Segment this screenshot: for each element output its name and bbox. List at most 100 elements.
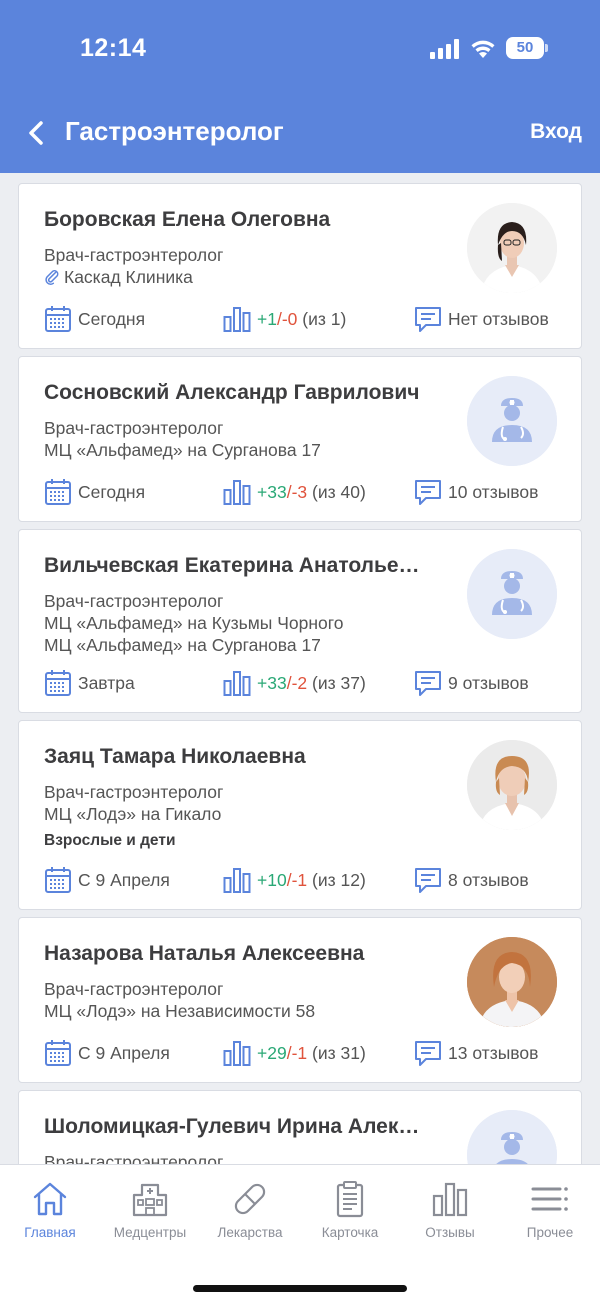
tab-label: Главная (24, 1225, 76, 1240)
negative-count: -0 (281, 309, 298, 329)
positive-count: +33 (257, 673, 287, 693)
doctor-stats: Сегодня +1/-0 (из 1) Нет отзывов (19, 304, 583, 334)
doctor-stats: С 9 Апреля +10/-1 (из 12) 8 отзывов (19, 865, 583, 895)
negative-count: -2 (291, 673, 308, 693)
home-indicator[interactable] (193, 1285, 407, 1292)
home-icon (33, 1182, 67, 1216)
page-title: Гастроэнтеролог (65, 116, 284, 146)
hospital-icon (132, 1183, 168, 1217)
doctor-photo (467, 937, 557, 1027)
comment-icon (415, 307, 441, 332)
bar-chart-icon (223, 480, 251, 505)
doctor-specialty: Врач-гастроэнтеролог (44, 782, 224, 802)
comment-icon (415, 868, 441, 893)
status-time: 12:14 (80, 34, 147, 62)
doctor-specialty: Врач-гастроэнтеролог (44, 979, 224, 999)
total-count: (из 37) (312, 673, 366, 693)
doctor-card[interactable]: Назарова Наталья Алексеевна Врач-гастроэ… (18, 917, 582, 1083)
total-count: (из 31) (312, 1043, 366, 1063)
tab-medicines[interactable]: Лекарства (200, 1179, 300, 1259)
tab-label: Отзывы (425, 1225, 475, 1240)
clinic-name: МЦ «Альфамед» на Сурганова 17 (44, 440, 321, 460)
doctor-placeholder-icon (467, 549, 557, 639)
clipboard-icon (336, 1181, 364, 1218)
negative-count: -3 (291, 482, 308, 502)
tab-label: Медцентры (113, 1225, 187, 1240)
tab-reviews[interactable]: Отзывы (400, 1179, 500, 1259)
doctor-card[interactable]: Сосновский Александр Гаврилович Врач-гас… (18, 356, 582, 522)
navigation-bar: Гастроэнтеролог Вход (0, 100, 600, 166)
clinic-name: МЦ «Альфамед» на Кузьмы Чорного (44, 613, 344, 633)
battery-level: 50 (506, 37, 544, 59)
tab-label: Лекарства (217, 1225, 283, 1240)
login-button[interactable]: Вход (530, 120, 582, 144)
bottom-tab-bar: Главная Медцентры Лекарства Карточка Отз… (0, 1164, 600, 1303)
comment-icon (415, 671, 441, 696)
paperclip-icon (45, 270, 59, 285)
doctor-photo (467, 740, 557, 830)
clinic-line: Каскад Клиника (44, 267, 193, 288)
tab-more[interactable]: Прочее (500, 1179, 600, 1259)
calendar-icon (45, 670, 71, 696)
schedule-date: С 9 Апреля (78, 1043, 170, 1063)
reviews-count: 13 отзывов (448, 1043, 539, 1063)
schedule-date: Сегодня (78, 309, 146, 329)
doctor-specialty: Врач-гастроэнтеролог (44, 591, 224, 611)
schedule-date: Сегодня (78, 482, 146, 502)
doctor-name: Заяц Тамара Николаевна (44, 745, 306, 768)
doctor-name: Назарова Наталья Алексеевна (44, 942, 365, 965)
total-count: (из 1) (302, 309, 347, 329)
doctor-card[interactable]: Вильчевская Екатерина Анатолье… Врач-гас… (18, 529, 582, 713)
positive-count: +29 (257, 1043, 287, 1063)
doctor-specialty: Врач-гастроэнтеролог (44, 418, 224, 438)
doctor-stats: С 9 Апреля +29/-1 (из 31) 13 отзывов (19, 1038, 583, 1068)
bar-chart-icon (432, 1182, 468, 1217)
menu-icon (531, 1187, 568, 1211)
clinic-name: МЦ «Лодэ» на Гикало (44, 804, 222, 824)
cellular-signal-icon (430, 39, 459, 59)
tab-label: Прочее (526, 1225, 574, 1240)
doctor-name: Сосновский Александр Гаврилович (44, 381, 420, 404)
doctor-card[interactable]: Шоломицкая-Гулевич Ирина Алек… Врач-гаст… (18, 1090, 582, 1164)
negative-count: -1 (291, 870, 308, 890)
doctor-name: Шоломицкая-Гулевич Ирина Алек… (44, 1115, 420, 1138)
positive-count: +10 (257, 870, 287, 890)
battery-icon: 50 (506, 37, 548, 59)
doctor-card[interactable]: Заяц Тамара Николаевна Врач-гастроэнтеро… (18, 720, 582, 910)
patient-age-note: Взрослые и дети (44, 832, 176, 849)
clinic-name: МЦ «Альфамед» на Сурганова 17 (44, 635, 321, 655)
doctor-list: Боровская Елена Олеговна Врач-гастроэнте… (0, 173, 600, 1164)
schedule-date: С 9 Апреля (78, 870, 170, 890)
calendar-icon (45, 306, 71, 332)
pill-icon (234, 1183, 266, 1215)
chevron-left-icon[interactable] (22, 118, 52, 148)
bar-chart-icon (223, 1041, 251, 1066)
tab-medical-card[interactable]: Карточка (300, 1179, 400, 1259)
total-count: (из 12) (312, 870, 366, 890)
comment-icon (415, 480, 441, 505)
comment-icon (415, 1041, 441, 1066)
tab-label: Карточка (321, 1225, 379, 1240)
negative-count: -1 (291, 1043, 308, 1063)
doctor-photo (467, 203, 557, 293)
doctor-placeholder-icon (467, 1110, 557, 1164)
tab-medcenters[interactable]: Медцентры (100, 1179, 200, 1259)
reviews-count: Нет отзывов (448, 309, 549, 329)
doctor-card[interactable]: Боровская Елена Олеговна Врач-гастроэнте… (18, 183, 582, 349)
reviews-count: 9 отзывов (448, 673, 529, 693)
calendar-icon (45, 479, 71, 505)
doctor-placeholder-icon (467, 376, 557, 466)
reviews-count: 8 отзывов (448, 870, 529, 890)
positive-count: +33 (257, 482, 287, 502)
bar-chart-icon (223, 868, 251, 893)
schedule-date: Завтра (78, 673, 135, 693)
app-header: 12:14 50 Гастроэнтеролог Вход (0, 0, 600, 173)
doctor-stats: Сегодня +33/-3 (из 40) 10 отзывов (19, 477, 583, 507)
status-bar: 12:14 50 (0, 0, 600, 96)
tab-home[interactable]: Главная (0, 1179, 100, 1259)
total-count: (из 40) (312, 482, 366, 502)
doctor-specialty: Врач-гастроэнтеролог (44, 1152, 224, 1164)
calendar-icon (45, 867, 71, 893)
positive-count: +1 (257, 309, 277, 329)
reviews-count: 10 отзывов (448, 482, 539, 502)
